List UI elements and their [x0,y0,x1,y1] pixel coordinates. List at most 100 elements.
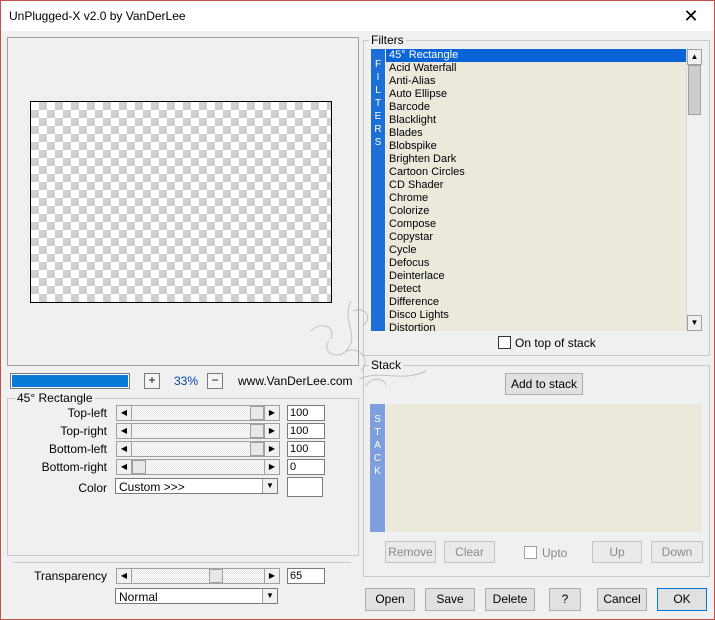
filter-list-item[interactable]: CD Shader [386,179,686,192]
filters-vertical-label: FILTERS [371,49,385,331]
clear-button[interactable]: Clear [444,541,495,563]
color-dropdown[interactable]: Custom >>> ▼ [115,478,278,494]
filter-list-scrollbar[interactable]: ▲ ▼ [686,49,702,331]
filter-list-item[interactable]: Blobspike [386,140,686,153]
slider-left-arrow-icon[interactable]: ◀ [117,406,132,420]
title-bar: UnPlugged-X v2.0 by VanDerLee ✕ [1,1,714,31]
strip-letter: S [374,414,381,425]
stack-group-title: Stack [369,358,404,372]
filter-list-item[interactable]: Barcode [386,101,686,114]
slider-right-arrow-icon[interactable]: ▶ [264,569,279,583]
bottom-right-slider[interactable]: ◀ ▶ [116,459,280,475]
filter-list-item[interactable]: Compose [386,218,686,231]
params-group-title: 45° Rectangle [15,391,95,405]
slider-thumb[interactable] [250,442,264,456]
filter-list-item[interactable]: Brighten Dark [386,153,686,166]
top-left-value-input[interactable]: 100 [287,405,325,421]
slider-left-arrow-icon[interactable]: ◀ [117,569,132,583]
filter-list-item[interactable]: Defocus [386,257,686,270]
remove-button[interactable]: Remove [385,541,436,563]
slider-left-arrow-icon[interactable]: ◀ [117,424,132,438]
slider-thumb[interactable] [209,569,223,583]
strip-letter: K [374,466,381,477]
zoom-in-button[interactable]: + [144,373,160,389]
delete-button[interactable]: Delete [485,588,535,611]
bottom-left-slider[interactable]: ◀ ▶ [116,441,280,457]
scroll-up-icon[interactable]: ▲ [687,49,702,65]
filter-list[interactable]: 45° Rectangle Acid Waterfall Anti-Alias Aut… [386,49,686,331]
strip-letter: T [374,427,381,438]
transparency-divider [13,562,351,563]
slider-thumb[interactable] [250,424,264,438]
slider-thumb[interactable] [250,406,264,420]
save-button[interactable]: Save [425,588,475,611]
filter-list-item[interactable]: Anti-Alias [386,75,686,88]
up-button[interactable]: Up [592,541,642,563]
slider-right-arrow-icon[interactable]: ▶ [264,424,279,438]
filter-list-item[interactable]: 45° Rectangle [386,49,686,62]
bottom-left-value-input[interactable]: 100 [287,441,325,457]
strip-letter: L [375,85,381,96]
preview-image[interactable] [30,101,332,303]
on-top-of-stack-checkbox[interactable] [498,336,511,349]
progress-fill [12,375,128,387]
filter-list-item[interactable]: Blades [386,127,686,140]
filter-list-item[interactable]: Chrome [386,192,686,205]
slider-right-arrow-icon[interactable]: ▶ [264,442,279,456]
preview-panel [7,37,359,366]
filter-list-item[interactable]: Copystar [386,231,686,244]
strip-letter: C [373,453,382,464]
dropdown-arrow-icon[interactable]: ▼ [262,589,277,603]
upto-checkbox[interactable] [524,546,537,559]
close-icon[interactable]: ✕ [668,1,714,31]
color-label: Color [78,481,107,495]
slider-right-arrow-icon[interactable]: ▶ [264,460,279,474]
slider-right-arrow-icon[interactable]: ▶ [264,406,279,420]
filter-list-item[interactable]: Distortion [386,322,686,331]
filter-list-item[interactable]: Cycle [386,244,686,257]
top-right-slider[interactable]: ◀ ▶ [116,423,280,439]
filter-list-item[interactable]: Detect [386,283,686,296]
top-right-label: Top-right [60,424,107,438]
open-button[interactable]: Open [365,588,415,611]
scroll-thumb[interactable] [688,65,701,115]
strip-letter: T [374,98,382,109]
color-swatch[interactable] [287,477,323,497]
filter-list-item[interactable]: Deinterlace [386,270,686,283]
strip-letter: I [376,72,380,83]
filter-list-item[interactable]: Cartoon Circles [386,166,686,179]
top-left-slider[interactable]: ◀ ▶ [116,405,280,421]
help-button[interactable]: ? [549,588,581,611]
strip-letter: F [374,59,382,70]
strip-letter: A [374,440,381,451]
ok-button[interactable]: OK [657,588,707,611]
filter-list-item[interactable]: Disco Lights [386,309,686,322]
slider-left-arrow-icon[interactable]: ◀ [117,460,132,474]
transparency-slider[interactable]: ◀ ▶ [116,568,280,584]
bottom-right-value-input[interactable]: 0 [287,459,325,475]
upto-label: Upto [542,546,568,560]
blend-mode-dropdown[interactable]: Normal ▼ [115,588,278,604]
on-top-of-stack-label: On top of stack [515,336,596,350]
add-to-stack-button[interactable]: Add to stack [505,373,583,395]
slider-thumb[interactable] [132,460,146,474]
zoom-level: 33% [173,374,199,388]
stack-list[interactable] [386,404,702,532]
dropdown-arrow-icon[interactable]: ▼ [262,479,277,493]
top-left-label: Top-left [67,406,107,420]
strip-letter: R [374,124,382,135]
transparency-value-input[interactable]: 65 [287,568,325,584]
filter-list-item[interactable]: Blacklight [386,114,686,127]
color-dropdown-value: Custom >>> [119,480,185,494]
filter-list-item[interactable]: Auto Ellipse [386,88,686,101]
scroll-down-icon[interactable]: ▼ [687,315,702,331]
cancel-button[interactable]: Cancel [597,588,647,611]
down-button[interactable]: Down [651,541,703,563]
filter-list-item[interactable]: Colorize [386,205,686,218]
slider-left-arrow-icon[interactable]: ◀ [117,442,132,456]
filter-list-item[interactable]: Acid Waterfall [386,62,686,75]
filter-list-item[interactable]: Difference [386,296,686,309]
zoom-out-button[interactable]: − [207,373,223,389]
top-right-value-input[interactable]: 100 [287,423,325,439]
website-link[interactable]: www.VanDerLee.com [238,374,353,388]
